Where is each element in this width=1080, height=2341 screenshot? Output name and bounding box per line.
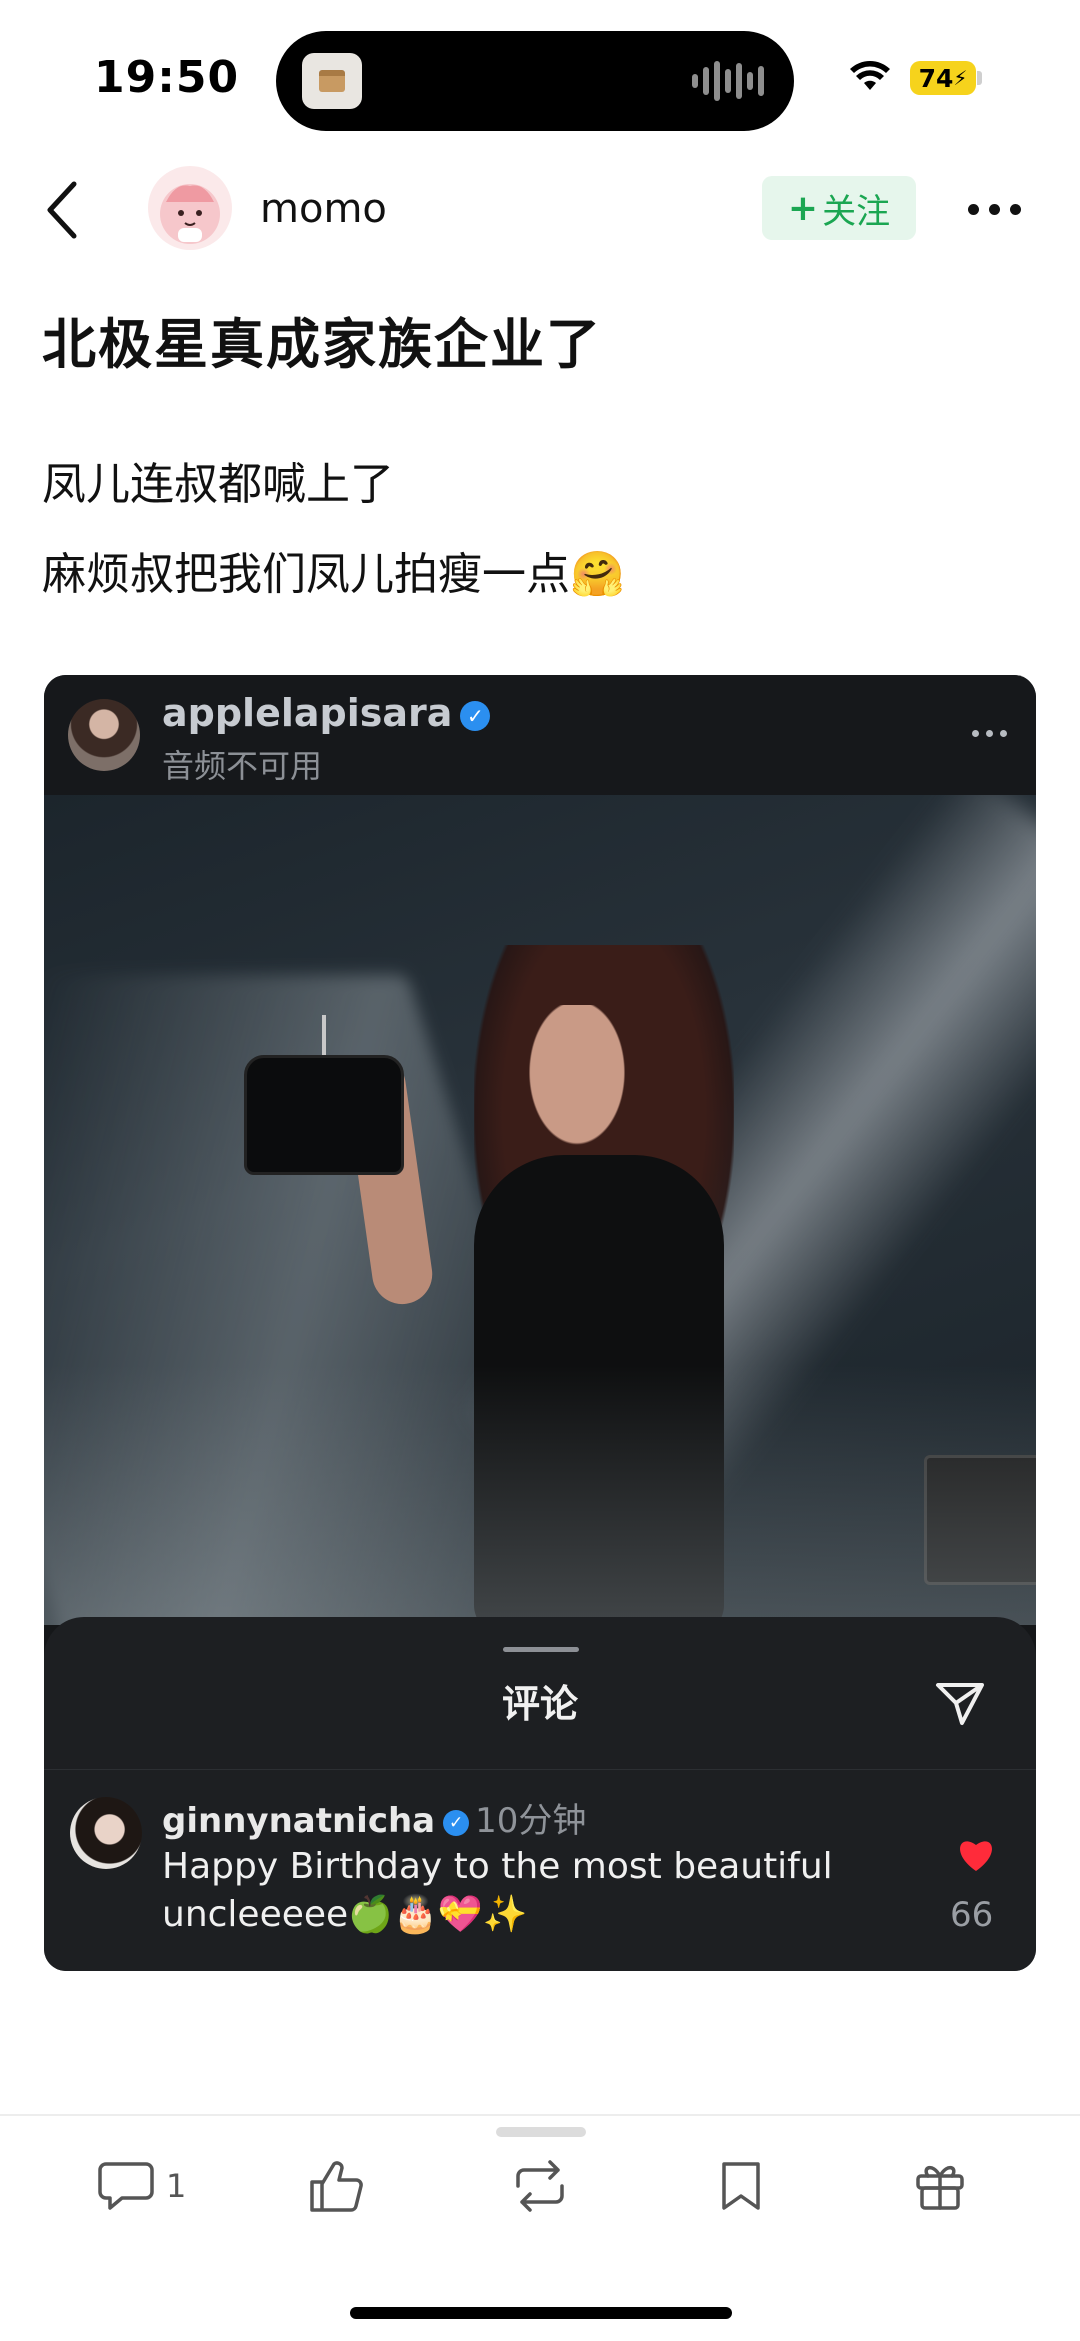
action-bar-divider [0, 2114, 1080, 2116]
repost-button[interactable] [508, 2150, 572, 2222]
comments-divider [44, 1769, 1036, 1770]
commenter-name: ginnynatnicha [162, 1801, 436, 1841]
gift-button[interactable] [912, 2150, 968, 2222]
heart-icon [960, 1841, 992, 1871]
repost-icon [516, 2160, 564, 2212]
gift-icon [916, 2165, 964, 2210]
follow-button[interactable]: + 关注 [762, 176, 916, 240]
battery-indicator: 74 ⚡ [910, 61, 976, 95]
charging-bolt-icon: ⚡ [953, 66, 968, 90]
commenter-avatar [70, 1797, 142, 1869]
like-icon [310, 2161, 363, 2212]
embedded-more-icon [972, 730, 1007, 737]
comments-sheet: 评论 ginnynatnicha ✓ 10分钟 Happy Birthday to … [44, 1617, 1036, 1971]
commenter-line: ginnynatnicha ✓ 10分钟 [162, 1793, 586, 1842]
comment-time: 10分钟 [475, 1801, 587, 1841]
bookmark-button[interactable] [716, 2150, 766, 2222]
comment-like-count: 66 [950, 1895, 994, 1935]
drag-handle[interactable] [496, 2127, 586, 2137]
home-indicator[interactable] [350, 2307, 732, 2319]
back-chevron-icon[interactable] [40, 178, 84, 242]
comment-button[interactable]: 1 [96, 2150, 186, 2222]
comment-count: 1 [166, 2167, 187, 2205]
more-icon[interactable] [968, 204, 1021, 215]
bookmark-icon [722, 2162, 760, 2210]
status-time: 19:50 [94, 52, 240, 103]
like-button[interactable] [306, 2150, 366, 2222]
author-avatar[interactable] [148, 166, 232, 250]
send-icon [936, 1683, 984, 1725]
dynamic-island [276, 31, 794, 131]
embedded-username-text: applelapisara [162, 691, 453, 735]
author-name[interactable]: momo [260, 186, 387, 232]
embedded-photo [44, 795, 1036, 1625]
comment-icon [98, 2162, 154, 2210]
battery-tip [977, 71, 982, 85]
post-image[interactable]: applelapisara ✓ 音频不可用 评论 ginnynatnicha ✓ 10… [44, 675, 1036, 1971]
embedded-post-header: applelapisara ✓ 音频不可用 [44, 675, 1036, 795]
follow-label: 关注 [822, 191, 891, 232]
embedded-avatar [68, 699, 140, 771]
embedded-subtitle: 音频不可用 [162, 747, 323, 785]
verified-badge-icon: ✓ [460, 700, 491, 731]
post-body-line-2: 麻烦叔把我们凤儿拍瘦一点🤗 [42, 549, 625, 600]
comments-title: 评论 [501, 1682, 578, 1726]
audio-wave-icon [692, 59, 764, 103]
battery-level: 74 [918, 63, 954, 93]
cake-shape [244, 1055, 404, 1175]
comment-text: Happy Birthday to the most beautiful unc… [162, 1846, 833, 1935]
post-body-line-1: 凤儿连叔都喊上了 [42, 459, 394, 510]
commenter-verified-icon: ✓ [443, 1809, 470, 1836]
sheet-grabber [503, 1647, 579, 1652]
embedded-username: applelapisara ✓ [162, 691, 491, 735]
plus-icon: + [787, 187, 819, 229]
post-title: 北极星真成家族企业了 [42, 313, 602, 376]
wifi-icon [850, 61, 890, 90]
island-app-icon [302, 53, 362, 109]
